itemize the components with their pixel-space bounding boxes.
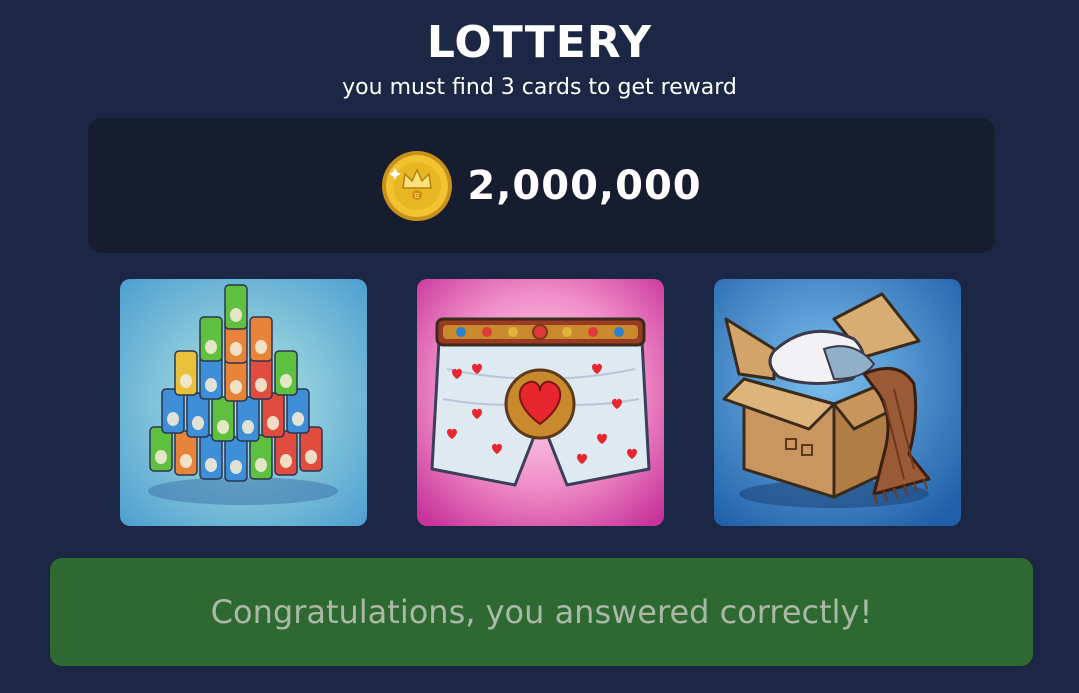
result-message: Congratulations, you answered correctly!	[210, 593, 873, 631]
coin-icon: B	[382, 150, 453, 221]
card-boxer-shorts[interactable]	[417, 279, 664, 526]
page-subtitle: you must find 3 cards to get reward	[342, 75, 737, 100]
card-cardboard-box[interactable]	[714, 279, 961, 526]
result-banner: Congratulations, you answered correctly!	[50, 558, 1033, 666]
page-title: LOTTERY	[426, 17, 653, 68]
reward-amount: 2,000,000	[467, 162, 702, 209]
cardboard-box-card-image	[714, 279, 961, 526]
svg-text:B: B	[415, 192, 420, 200]
card-soda-cans[interactable]	[120, 279, 367, 526]
boxer-shorts-card-image	[417, 279, 664, 526]
soda-cans-card-image	[120, 279, 367, 526]
reward-panel: B 2,000,000	[88, 118, 995, 253]
